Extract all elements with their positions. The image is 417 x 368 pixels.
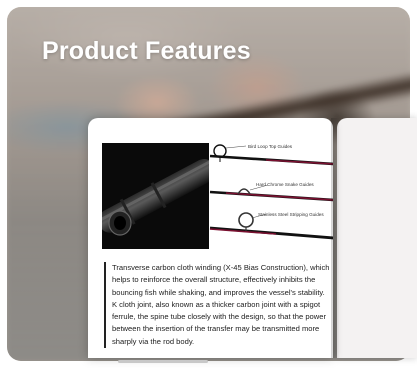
next-page[interactable] <box>337 118 417 358</box>
guide-label-3: Stainless Steel Stripping Guides <box>258 212 324 217</box>
rod-closeup-photo <box>96 143 217 249</box>
rod-guides-diagram: Bird Loop Top Guides Hard Chrome Snake G… <box>206 134 333 256</box>
snake-guide-rod <box>209 188 333 202</box>
feature-paragraph-1: Transverse carbon cloth winding (X-45 Bi… <box>112 263 330 297</box>
page-title: Product Features <box>42 37 251 65</box>
scroll-indicator[interactable] <box>118 360 208 363</box>
feature-paragraph-2: K cloth joint, also known as a thicker c… <box>112 299 327 346</box>
guide-label-2: Hard Chrome Snake Guides <box>256 182 314 187</box>
book-gutter <box>331 118 339 358</box>
feature-description: Transverse carbon cloth winding (X-45 Bi… <box>104 262 333 349</box>
guide-label-1: Bird Loop Top Guides <box>248 144 293 149</box>
feature-page: Bird Loop Top Guides Hard Chrome Snake G… <box>88 118 333 358</box>
rod-closeup-icon <box>96 159 217 236</box>
